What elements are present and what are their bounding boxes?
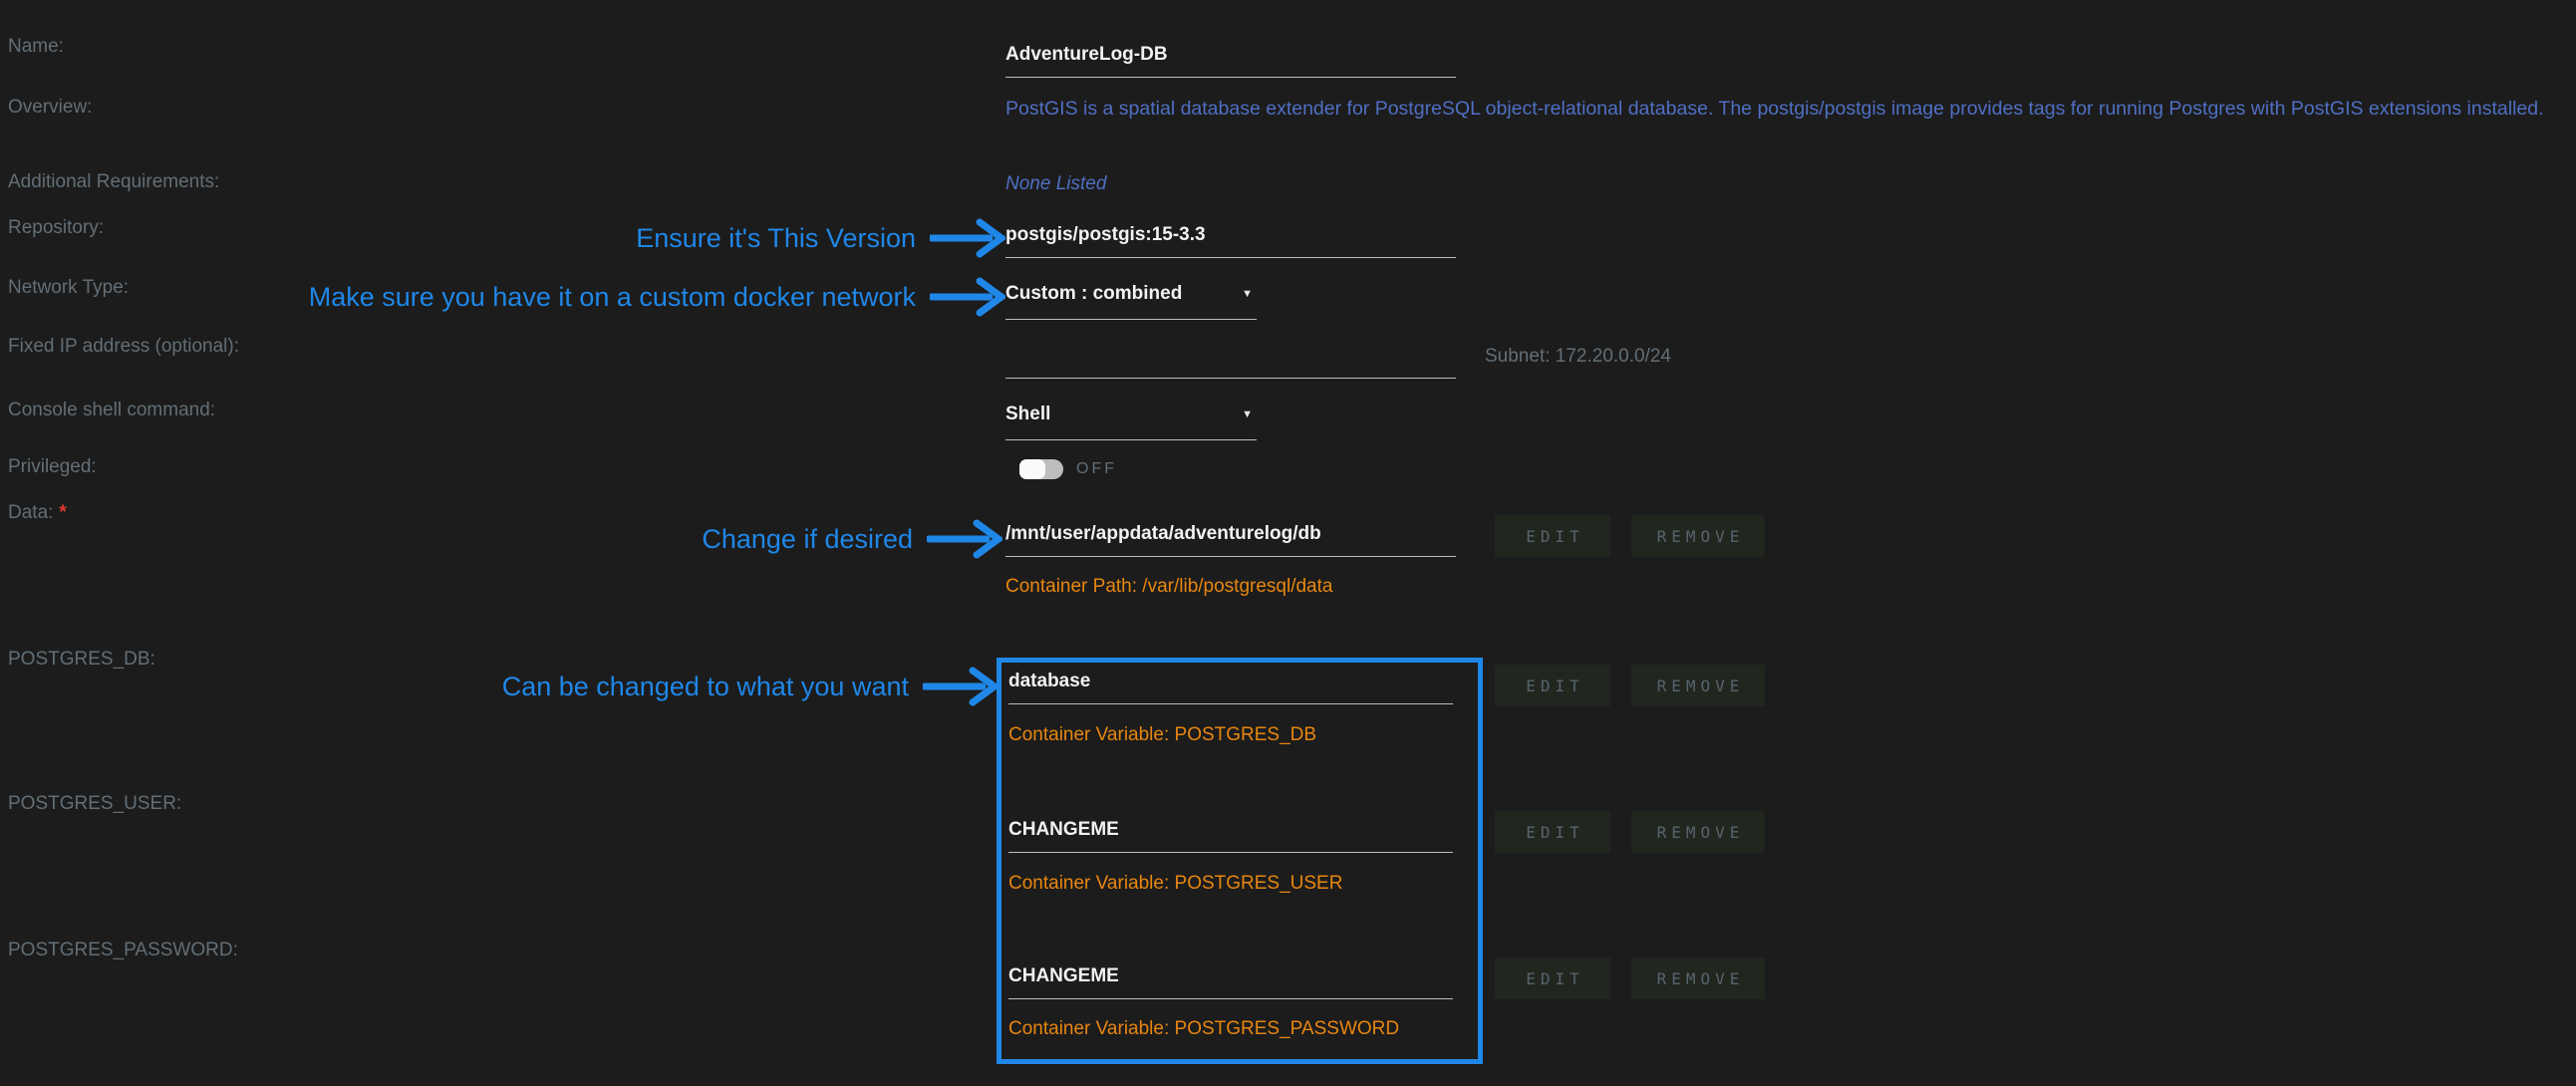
required-asterisk: * bbox=[59, 502, 66, 523]
privileged-state: OFF bbox=[1076, 460, 1117, 478]
postgres-password-input[interactable] bbox=[1008, 964, 1453, 999]
privileged-label: Privileged: bbox=[8, 456, 97, 478]
postgres-db-input[interactable] bbox=[1008, 670, 1453, 704]
postgres-db-variable-note: Container Variable: POSTGRES_DB bbox=[1008, 724, 1316, 746]
postgres-password-edit-button[interactable]: EDIT bbox=[1495, 957, 1610, 999]
postgres-user-input[interactable] bbox=[1008, 818, 1453, 853]
console-shell-label: Console shell command: bbox=[8, 400, 215, 421]
annotation-arrow-icon bbox=[930, 277, 1005, 317]
console-shell-value: Shell bbox=[1005, 404, 1050, 425]
additional-requirements-label: Additional Requirements: bbox=[8, 171, 219, 193]
annotation-data: Change if desired bbox=[702, 519, 1002, 559]
postgres-db-remove-button[interactable]: REMOVE bbox=[1631, 665, 1765, 706]
annotation-arrow-icon bbox=[927, 519, 1002, 559]
data-path-input[interactable] bbox=[1005, 522, 1456, 557]
data-container-path-note: Container Path: /var/lib/postgresql/data bbox=[1005, 576, 1332, 598]
postgres-user-label: POSTGRES_USER: bbox=[8, 793, 181, 815]
annotation-repository: Ensure it's This Version bbox=[636, 218, 1005, 258]
postgres-db-edit-button[interactable]: EDIT bbox=[1495, 665, 1610, 706]
additional-requirements-value: None Listed bbox=[1005, 173, 1106, 195]
postgres-user-edit-button[interactable]: EDIT bbox=[1495, 811, 1610, 853]
data-remove-button[interactable]: REMOVE bbox=[1631, 515, 1765, 557]
postgres-password-remove-button[interactable]: REMOVE bbox=[1631, 957, 1765, 999]
repository-input[interactable] bbox=[1005, 223, 1456, 258]
postgres-user-remove-button[interactable]: REMOVE bbox=[1631, 811, 1765, 853]
overview-label: Overview: bbox=[8, 97, 92, 119]
annotation-network: Make sure you have it on a custom docker… bbox=[309, 277, 1005, 317]
container-edit-page: Name: Overview: Additional Requirements:… bbox=[0, 0, 2576, 1086]
annotation-postgres-db: Can be changed to what you want bbox=[502, 667, 999, 706]
privileged-toggle[interactable] bbox=[1019, 459, 1063, 479]
network-type-value: Custom : combined bbox=[1005, 283, 1182, 305]
subnet-note: Subnet: 172.20.0.0/24 bbox=[1485, 346, 1671, 368]
dropdown-arrow-icon: ▼ bbox=[1242, 408, 1253, 420]
data-edit-button[interactable]: EDIT bbox=[1495, 515, 1610, 557]
data-label: Data:* bbox=[8, 502, 67, 524]
annotation-arrow-icon bbox=[923, 667, 999, 706]
highlight-rectangle bbox=[997, 658, 1483, 1064]
postgres-password-label: POSTGRES_PASSWORD: bbox=[8, 940, 238, 961]
name-input[interactable] bbox=[1005, 43, 1456, 78]
name-label: Name: bbox=[8, 36, 64, 58]
postgres-db-label: POSTGRES_DB: bbox=[8, 649, 155, 671]
overview-text: PostGIS is a spatial database extender f… bbox=[1005, 98, 2544, 121]
console-shell-dropdown[interactable]: Shell ▼ bbox=[1005, 404, 1257, 440]
postgres-user-variable-note: Container Variable: POSTGRES_USER bbox=[1008, 873, 1342, 895]
fixed-ip-input[interactable] bbox=[1005, 344, 1456, 379]
repository-label: Repository: bbox=[8, 217, 104, 239]
postgres-password-variable-note: Container Variable: POSTGRES_PASSWORD bbox=[1008, 1018, 1399, 1040]
fixed-ip-label: Fixed IP address (optional): bbox=[8, 336, 239, 358]
dropdown-arrow-icon: ▼ bbox=[1242, 288, 1253, 300]
network-type-label: Network Type: bbox=[8, 277, 129, 299]
annotation-arrow-icon bbox=[930, 218, 1005, 258]
network-type-dropdown[interactable]: Custom : combined ▼ bbox=[1005, 283, 1257, 320]
toggle-knob bbox=[1019, 459, 1045, 479]
